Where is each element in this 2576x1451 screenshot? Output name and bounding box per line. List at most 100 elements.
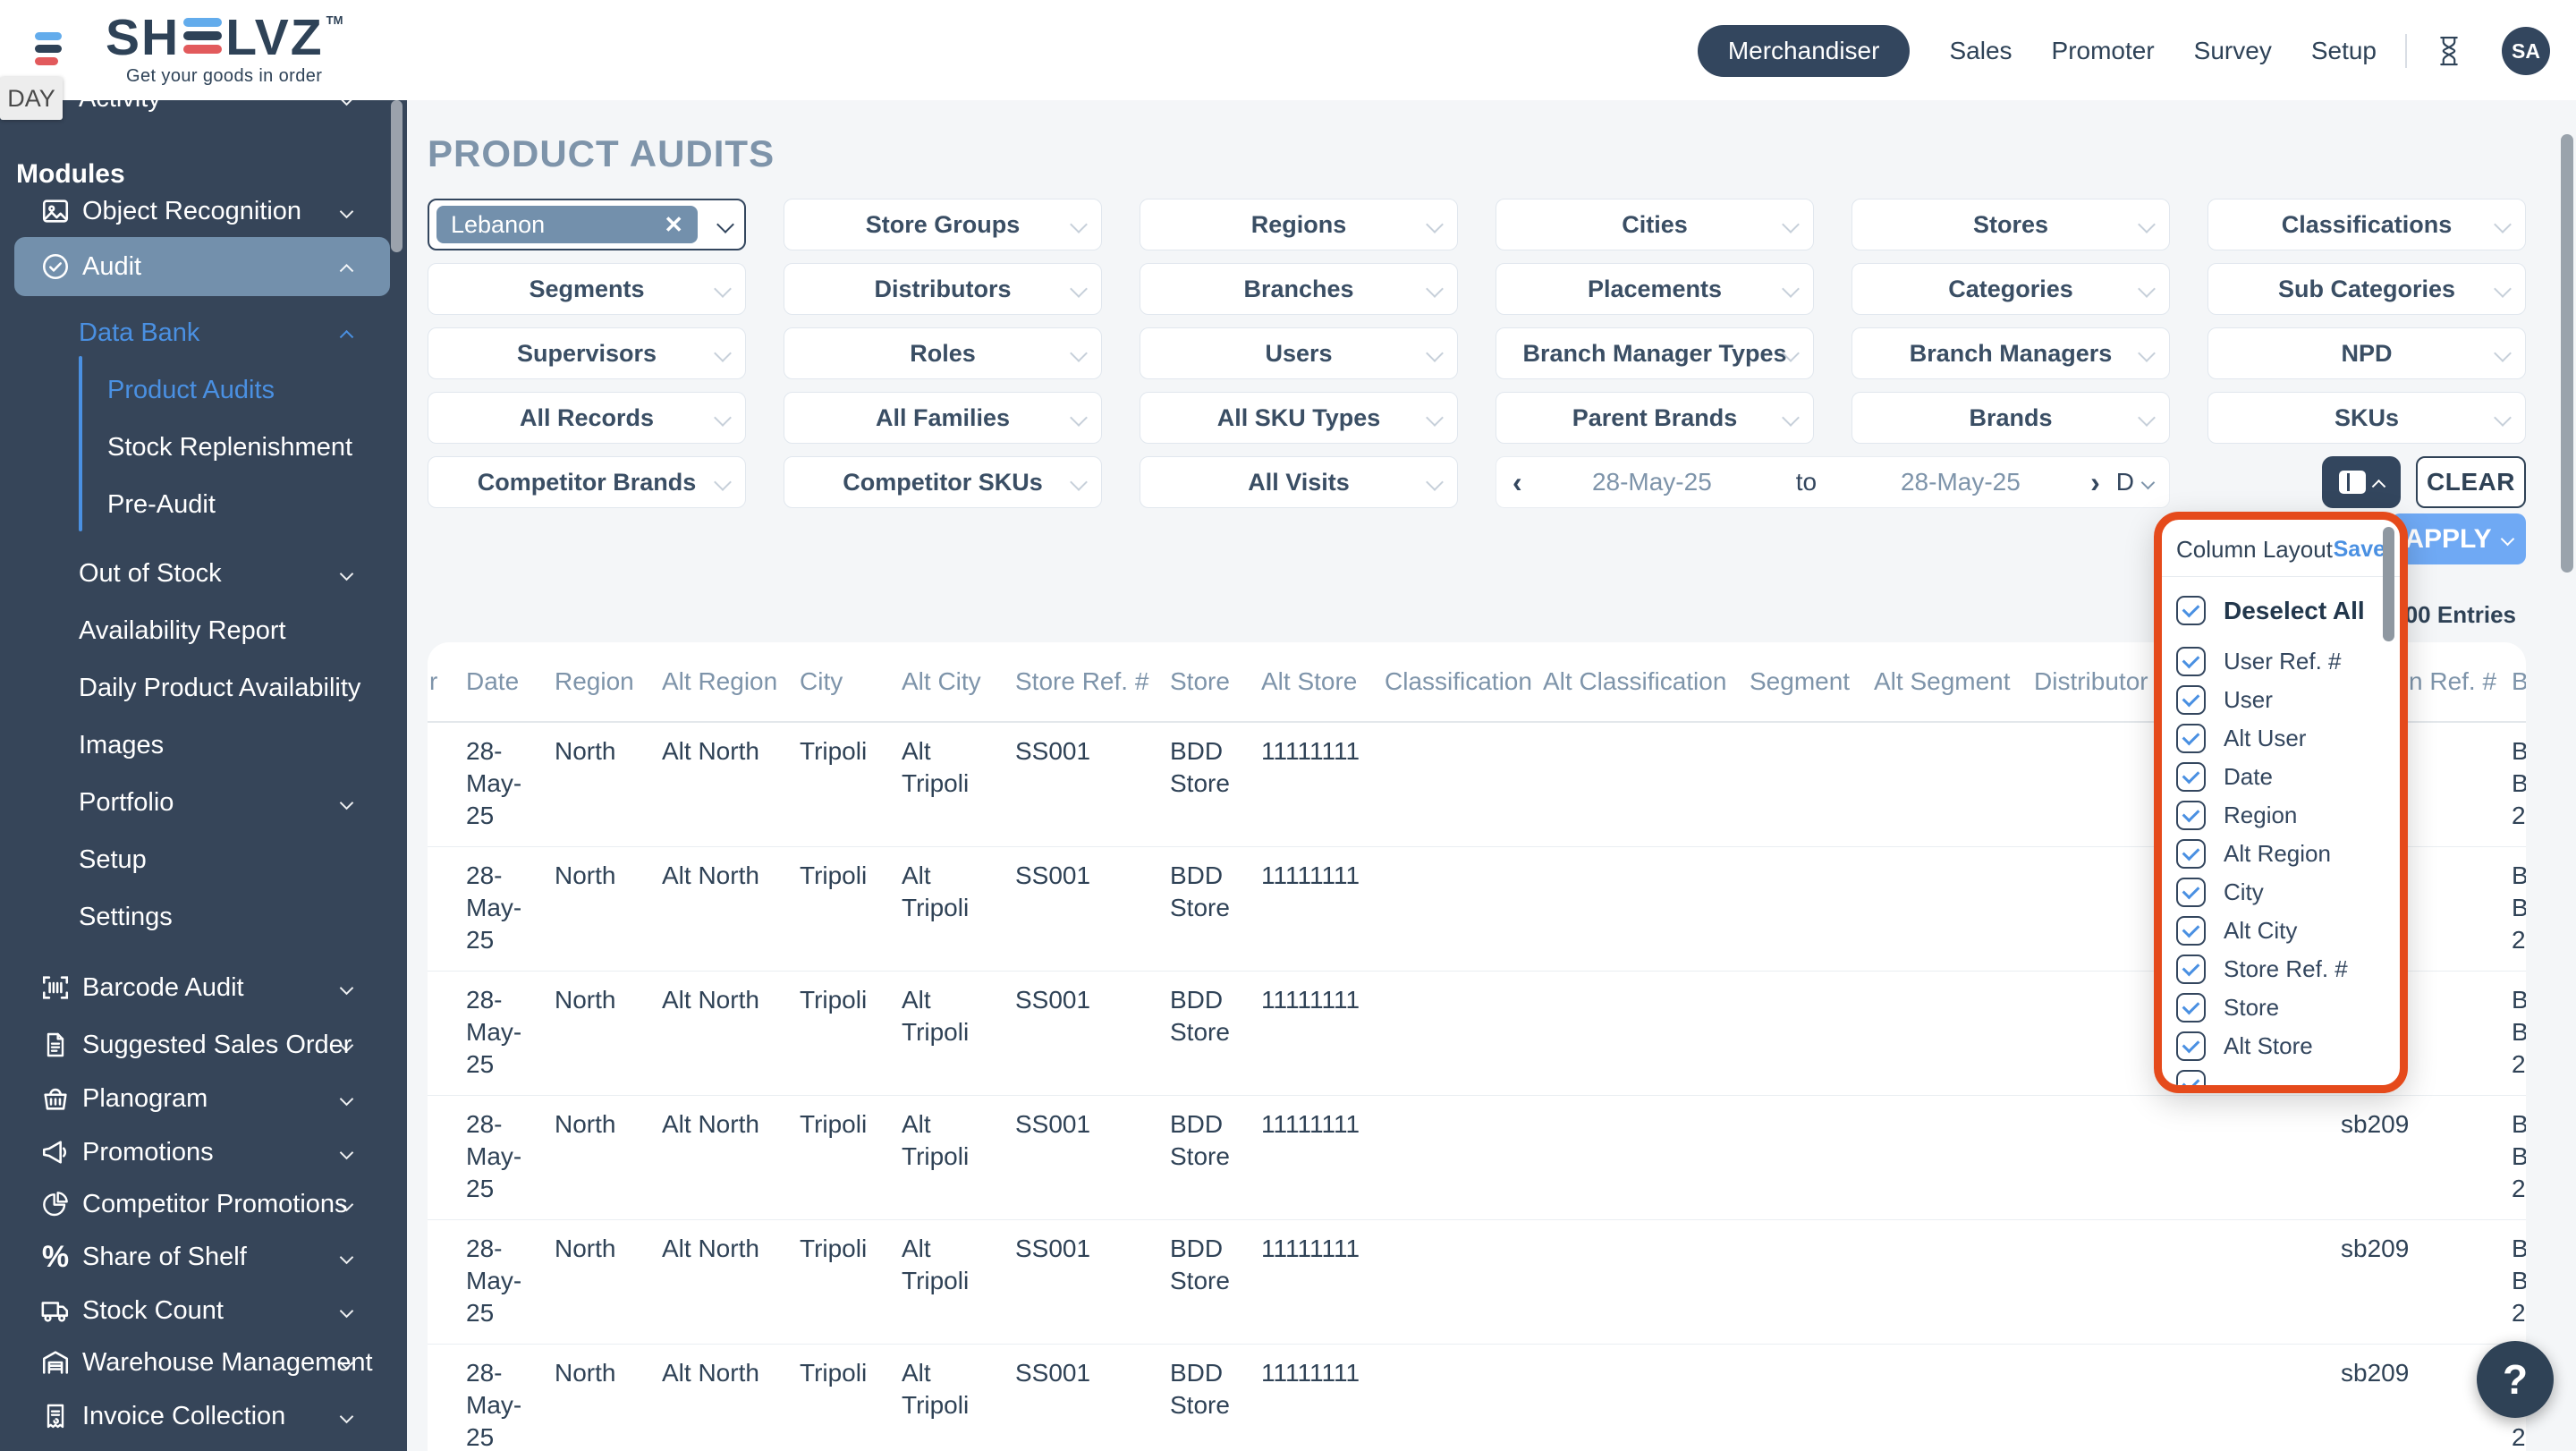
column-checkbox-item[interactable]: Alt Region [2176,835,2400,873]
selected-country-chip[interactable]: Lebanon ✕ [436,206,698,243]
filter-dropdown[interactable]: All SKU Types [1140,392,1458,444]
column-checkbox-item-partial[interactable] [2176,1065,2400,1093]
page-scrollbar-thumb[interactable] [2561,134,2573,573]
checkbox-checked-icon[interactable] [2176,955,2206,984]
tab-promoter[interactable]: Promoter [2052,37,2155,65]
sidebar-item-out-of-stock[interactable]: Out of Stock [0,552,407,595]
column-header-city[interactable]: City [800,667,843,696]
sidebar-item-stock-count[interactable]: Stock Count [0,1289,407,1332]
filter-dropdown[interactable]: Cities [1496,199,1814,250]
remove-country-icon[interactable]: ✕ [664,211,683,239]
user-avatar[interactable]: SA [2502,27,2550,75]
filter-dropdown[interactable]: Supervisors [428,327,746,379]
column-header-alt-classification[interactable]: Alt Classification [1543,667,1726,696]
checkbox-checked-icon[interactable] [2176,647,2206,676]
prev-date-arrow[interactable]: ‹ [1513,466,1522,499]
table-row[interactable]: 28-May-25 North Alt North Tripoli Alt Tr… [428,1095,2526,1219]
sidebar-item-availability-report[interactable]: Availability Report [0,609,407,652]
filter-dropdown[interactable]: Roles [784,327,1102,379]
checkbox-checked-icon[interactable] [2176,916,2206,946]
filter-dropdown[interactable]: Categories [1852,263,2170,315]
filter-dropdown[interactable]: Users [1140,327,1458,379]
popup-scrollbar-thumb[interactable] [2383,527,2394,641]
sidebar-item-share-of-shelf[interactable]: % Share of Shelf [0,1235,407,1278]
sidebar-item-daily-product-availability[interactable]: Daily Product Availability [0,666,407,709]
filter-dropdown[interactable]: Brands [1852,392,2170,444]
filter-dropdown[interactable]: Competitor SKUs [784,456,1102,508]
column-header-segment[interactable]: Segment [1750,667,1850,696]
filter-dropdown[interactable]: NPD [2207,327,2526,379]
sidebar-item-stock-replenishment[interactable]: Stock Replenishment [0,426,407,469]
column-layout-button[interactable] [2322,456,2401,508]
tab-setup[interactable]: Setup [2311,37,2377,65]
column-checkbox-item[interactable]: Deselect All [2176,591,2400,630]
column-header-clipped-fragment[interactable]: B [2512,667,2526,696]
filter-dropdown[interactable]: Sub Categories [2207,263,2526,315]
column-checkbox-item[interactable]: Region [2176,796,2400,835]
sidebar-item-planogram[interactable]: Planogram [0,1077,407,1120]
column-header-classification[interactable]: Classification [1385,667,1532,696]
sidebar-item-object-recognition[interactable]: Object Recognition [0,190,407,233]
column-header-alt-segment[interactable]: Alt Segment [1874,667,2011,696]
sidebar-item-pre-audit[interactable]: Pre-Audit [0,483,407,526]
sidebar-scrollbar-thumb[interactable] [391,100,402,252]
column-checkbox-item[interactable]: Store [2176,989,2400,1027]
tab-survey[interactable]: Survey [2194,37,2272,65]
sidebar-item-barcode-audit[interactable]: Barcode Audit [0,966,407,1009]
sidebar-item-warehouse-management[interactable]: Warehouse Management [0,1341,407,1384]
clear-button[interactable]: CLEAR [2416,456,2526,508]
apply-button[interactable]: APPLY [2391,513,2526,564]
sidebar-item-portfolio[interactable]: Portfolio [0,781,407,824]
column-header-region[interactable]: Region [555,667,634,696]
filter-dropdown[interactable]: Classifications [2207,199,2526,250]
column-header-alt-region[interactable]: Alt Region [662,667,777,696]
checkbox-checked-icon[interactable] [2176,1031,2206,1061]
filter-dropdown[interactable]: All Records [428,392,746,444]
column-checkbox-item[interactable]: Date [2176,758,2400,796]
column-checkbox-item[interactable]: Alt Store [2176,1027,2400,1065]
date-range-picker[interactable]: ‹ 28-May-25 to 28-May-25 › D [1496,456,2170,508]
filter-dropdown[interactable]: Stores [1852,199,2170,250]
checkbox-checked-icon[interactable] [2176,839,2206,869]
column-header-store-ref[interactable]: Store Ref. # [1015,667,1148,696]
filter-dropdown[interactable]: Competitor Brands [428,456,746,508]
filter-dropdown[interactable]: Placements [1496,263,1814,315]
hourglass-icon[interactable] [2436,35,2462,67]
sidebar-item-invoice-collection[interactable]: Invoice Collection [0,1395,407,1438]
sidebar-item-audit[interactable]: Audit [0,245,407,288]
column-checkbox-item[interactable]: User [2176,681,2400,719]
checkbox-checked-icon[interactable] [2176,724,2206,753]
checkbox-checked-icon[interactable] [2176,801,2206,830]
filter-dropdown[interactable]: Store Groups [784,199,1102,250]
filter-dropdown[interactable]: All Families [784,392,1102,444]
tab-merchandiser[interactable]: Merchandiser [1698,25,1911,77]
filter-dropdown[interactable]: All Visits [1140,456,1458,508]
help-button[interactable]: ? [2477,1341,2554,1418]
column-header-alt-store[interactable]: Alt Store [1261,667,1357,696]
filter-dropdown[interactable]: Branch Managers [1852,327,2170,379]
column-checkbox-item[interactable]: User Ref. # [2176,642,2400,681]
column-header-distributor[interactable]: Distributor [2034,667,2148,696]
sidebar-item-suggested-sales-order[interactable]: Suggested Sales Order [0,1023,407,1066]
next-date-arrow[interactable]: › [2090,466,2100,499]
sidebar-item-product-audits[interactable]: Product Audits [0,369,407,412]
filter-dropdown[interactable]: Distributors [784,263,1102,315]
column-checkbox-item[interactable]: Store Ref. # [2176,950,2400,989]
column-checkbox-item[interactable]: Alt City [2176,912,2400,950]
granularity-select[interactable]: D [2116,468,2134,496]
filter-dropdown[interactable]: Parent Brands [1496,392,1814,444]
column-header-ref-fragment[interactable]: n Ref. # [2409,667,2496,696]
app-logo[interactable]: SH LVZ TM Get your goods in order [106,13,343,87]
column-checkbox-item[interactable]: City [2176,873,2400,912]
filter-dropdown[interactable]: Branch Manager Types [1496,327,1814,379]
column-header-store[interactable]: Store [1170,667,1230,696]
sidebar-item-competitor-promotions[interactable]: Competitor Promotions [0,1183,407,1226]
filter-dropdown[interactable]: Branches [1140,263,1458,315]
end-date[interactable]: 28-May-25 [1901,468,2021,496]
tab-sales[interactable]: Sales [1949,37,2012,65]
filter-dropdown[interactable]: SKUs [2207,392,2526,444]
column-header-date[interactable]: Date [466,667,519,696]
save-link[interactable]: Save [2334,537,2385,563]
checkbox-checked-icon[interactable] [2176,1070,2206,1093]
column-header-alt-city[interactable]: Alt City [902,667,981,696]
